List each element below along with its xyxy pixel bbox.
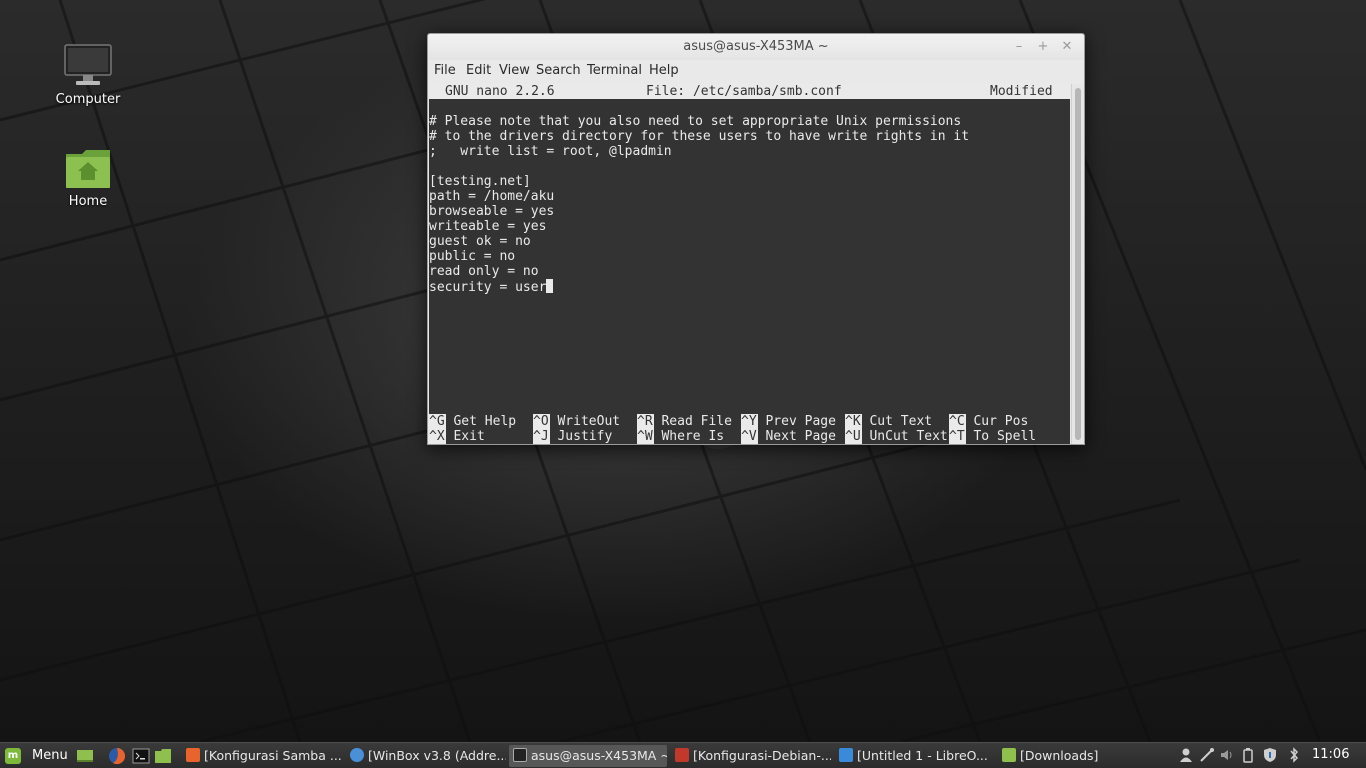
editor-line: [testing.net] <box>429 174 531 189</box>
computer-icon <box>64 44 112 85</box>
editor-line: guest ok = no <box>429 234 531 249</box>
network-icon[interactable] <box>1199 747 1215 763</box>
nano-filename: File: /etc/samba/smb.conf <box>646 84 842 99</box>
editor-line: read only = no <box>429 264 539 279</box>
menu-edit[interactable]: Edit <box>466 63 491 78</box>
desktop-icon-label: Computer <box>55 92 121 107</box>
shortcut-where-is[interactable]: ^W Where Is <box>637 429 724 444</box>
libreoffice-icon <box>839 748 853 762</box>
desktop-icon-home[interactable]: Home <box>40 148 136 209</box>
battery-icon[interactable] <box>1240 747 1256 763</box>
terminal-icon[interactable] <box>132 747 150 765</box>
shield-icon[interactable] <box>1262 747 1278 763</box>
maximize-icon[interactable]: + <box>1034 38 1052 56</box>
taskbar-item[interactable]: [Untitled 1 - LibreO... <box>835 745 995 767</box>
editor-line: # Please note that you also need to set … <box>429 114 962 129</box>
shortcut-get-help[interactable]: ^G Get Help <box>429 414 516 429</box>
terminal-area[interactable]: GNU nano 2.2.6 File: /etc/samba/smb.conf… <box>429 84 1070 444</box>
scrollbar-thumb[interactable] <box>1075 88 1081 440</box>
shortcut-cut-text[interactable]: ^K Cut Text <box>845 414 932 429</box>
editor-line: public = no <box>429 249 516 264</box>
menu-file[interactable]: File <box>434 63 456 78</box>
close-icon[interactable]: ✕ <box>1058 38 1076 56</box>
folder-icon[interactable] <box>154 747 172 765</box>
nano-modified-status: Modified <box>990 84 1053 99</box>
winbox-icon <box>350 748 364 762</box>
menu-help[interactable]: Help <box>649 63 679 78</box>
firefox-icon <box>186 748 200 762</box>
folder-icon <box>1002 748 1016 762</box>
home-folder-icon <box>66 150 110 188</box>
terminal-window: asus@asus-X453MA ~ – + ✕ File Edit View … <box>427 33 1085 445</box>
menu-bar: File Edit View Search Terminal Help <box>428 60 1084 84</box>
menu-search[interactable]: Search <box>536 63 581 78</box>
text-cursor <box>546 279 554 293</box>
taskbar-item[interactable]: [Konfigurasi-Debian-... <box>671 745 831 767</box>
window-titlebar[interactable]: asus@asus-X453MA ~ – + ✕ <box>428 34 1084 60</box>
bottom-panel: m Menu [Konfigurasi Samba ... [WinBox v3… <box>0 742 1366 768</box>
editor-line: ; write list = root, @lpadmin <box>429 144 672 159</box>
menu-view[interactable]: View <box>499 63 530 78</box>
editor-line: path = /home/aku <box>429 189 555 204</box>
taskbar-item-active[interactable]: asus@asus-X453MA ~ <box>509 745 667 767</box>
shortcut-justify[interactable]: ^J Justify <box>533 429 612 444</box>
taskbar-item[interactable]: [Downloads] <box>998 745 1158 767</box>
nano-header: GNU nano 2.2.6 File: /etc/samba/smb.conf… <box>429 84 1070 99</box>
menu-button[interactable]: m Menu <box>2 745 68 767</box>
nano-version: GNU nano 2.2.6 <box>445 84 555 99</box>
editor-line-current: security = user <box>429 279 554 295</box>
vertical-scrollbar[interactable] <box>1071 84 1084 444</box>
shortcut-prev-page[interactable]: ^Y Prev Page <box>741 414 836 429</box>
editor-line: writeable = yes <box>429 219 547 234</box>
editor-line: # to the drivers directory for these use… <box>429 129 970 144</box>
shortcut-next-page[interactable]: ^V Next Page <box>741 429 836 444</box>
shortcut-uncut-text[interactable]: ^U UnCut Text <box>845 429 948 444</box>
shortcut-read-file[interactable]: ^R Read File <box>637 414 732 429</box>
editor-line-text: security = user <box>429 280 547 295</box>
menu-label: Menu <box>32 748 68 763</box>
mint-logo-icon: m <box>5 748 21 764</box>
firefox-icon[interactable] <box>108 747 126 765</box>
desktop-icon-label: Home <box>68 194 108 209</box>
shortcut-to-spell[interactable]: ^T To Spell <box>949 429 1036 444</box>
user-icon[interactable] <box>1178 747 1194 763</box>
document-viewer-icon <box>675 748 689 762</box>
terminal-icon <box>513 748 527 762</box>
menu-terminal[interactable]: Terminal <box>587 63 642 78</box>
window-title: asus@asus-X453MA ~ <box>683 39 829 54</box>
desktop-icon-computer[interactable]: Computer <box>40 44 136 107</box>
clock[interactable]: 11:06 <box>1312 747 1349 762</box>
taskbar-item[interactable]: [Konfigurasi Samba ... <box>182 745 342 767</box>
show-desktop-icon[interactable] <box>76 747 94 765</box>
shortcut-exit[interactable]: ^X Exit <box>429 429 485 444</box>
volume-icon[interactable] <box>1219 747 1235 763</box>
taskbar-item[interactable]: [WinBox v3.8 (Addre... <box>346 745 506 767</box>
shortcut-cur-pos[interactable]: ^C Cur Pos <box>949 414 1028 429</box>
minimize-icon[interactable]: – <box>1010 38 1028 56</box>
bluetooth-icon[interactable] <box>1286 747 1302 763</box>
editor-line: browseable = yes <box>429 204 555 219</box>
shortcut-writeout[interactable]: ^O WriteOut <box>533 414 620 429</box>
